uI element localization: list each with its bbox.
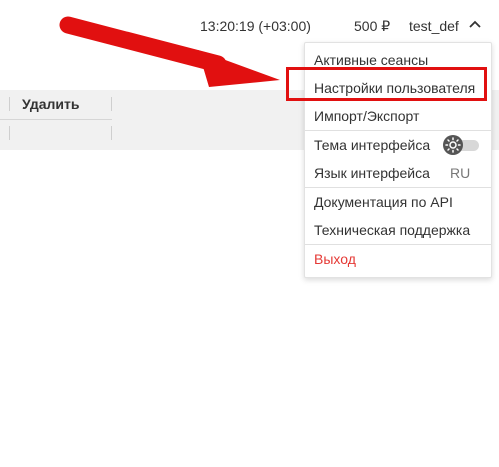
theme-toggle-knob[interactable] (443, 135, 463, 155)
user-menu-toggle[interactable]: test_def (409, 18, 459, 34)
delete-button[interactable]: Удалить (22, 96, 79, 112)
menu-divider (305, 187, 491, 188)
menu-item-api-docs[interactable]: Документация по API (314, 194, 453, 210)
menu-item-support[interactable]: Техническая поддержка (314, 222, 470, 238)
sun-icon (445, 137, 461, 153)
toolbar-divider (9, 126, 10, 140)
menu-divider (305, 244, 491, 245)
toolbar-underline (0, 119, 112, 120)
menu-item-import-export[interactable]: Импорт/Экспорт (314, 108, 419, 124)
theme-toggle[interactable] (443, 135, 481, 155)
toolbar-divider (9, 97, 10, 111)
menu-item-active-sessions[interactable]: Активные сеансы (314, 52, 428, 68)
account-balance[interactable]: 500 ₽ (354, 18, 390, 35)
menu-divider (305, 130, 491, 131)
highlight-box (286, 67, 487, 101)
toolbar-divider (111, 97, 112, 111)
language-value[interactable]: RU (450, 165, 470, 181)
toolbar-divider (111, 126, 112, 140)
server-time: 13:20:19 (+03:00) (200, 18, 311, 34)
chevron-up-icon[interactable] (468, 17, 482, 31)
menu-item-language[interactable]: Язык интерфейса (314, 165, 430, 181)
menu-item-logout[interactable]: Выход (314, 251, 356, 267)
menu-item-theme: Тема интерфейса (314, 137, 431, 153)
